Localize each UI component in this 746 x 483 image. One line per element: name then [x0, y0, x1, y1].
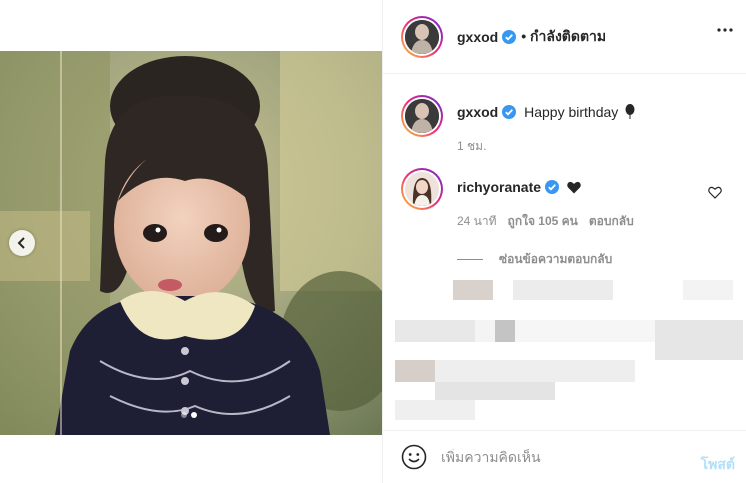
author-avatar-image: [405, 19, 439, 54]
carousel-prev-button[interactable]: [9, 230, 35, 256]
carousel-dot-active: [191, 412, 197, 418]
carousel-indicator: [181, 412, 197, 418]
commenter-username[interactable]: richyoranate: [457, 179, 541, 195]
more-icon[interactable]: [717, 28, 733, 32]
author-avatar[interactable]: [401, 15, 443, 58]
hide-replies-label: ซ่อนข้อความตอบกลับ: [499, 252, 613, 266]
comment-time[interactable]: 24 นาที: [457, 212, 497, 231]
pixelated-replies: [383, 278, 746, 428]
caption-avatar-image: [405, 99, 439, 133]
caption-time[interactable]: 1 ชม.: [457, 137, 486, 156]
post-photo[interactable]: [0, 51, 382, 435]
chevron-left-icon: [17, 237, 25, 249]
black-heart-icon: [567, 181, 581, 194]
comment-input[interactable]: [441, 449, 671, 465]
post-media-pane: [0, 0, 382, 483]
divider-line: [457, 259, 483, 260]
commenter-avatar[interactable]: [401, 168, 443, 210]
post-header: gxxod • กำลังติดตาม: [383, 0, 746, 74]
follow-status[interactable]: • กำลังติดตาม: [521, 26, 606, 48]
caption-text: Happy birthday: [524, 104, 619, 120]
post-side-panel: gxxod • กำลังติดตาม gxxod Happy birthday…: [382, 0, 746, 483]
comment-reply-button[interactable]: ตอบกลับ: [589, 212, 634, 231]
verified-icon: [545, 180, 560, 194]
heart-outline-icon[interactable]: [708, 186, 722, 199]
emoji-icon[interactable]: [401, 444, 427, 470]
comment-meta: 24 นาที ถูกใจ 105 คน ตอบกลับ: [457, 212, 634, 231]
photo-illustration: [0, 51, 382, 435]
verified-icon: [502, 105, 517, 119]
comment: richyoranate: [401, 168, 581, 210]
comment-likes[interactable]: ถูกใจ 105 คน: [508, 212, 578, 231]
hide-replies-toggle[interactable]: ซ่อนข้อความตอบกลับ: [457, 250, 612, 269]
commenter-avatar-image: [405, 172, 439, 206]
caption-username[interactable]: gxxod: [457, 104, 498, 120]
caption-author-avatar[interactable]: [401, 95, 443, 137]
author-username[interactable]: gxxod: [457, 29, 498, 45]
balloon-icon: [625, 104, 635, 119]
caption: gxxod Happy birthday: [401, 95, 635, 137]
comment-composer: โพสต์: [383, 430, 746, 483]
post-comment-button[interactable]: โพสต์: [701, 454, 735, 476]
carousel-dot: [181, 412, 187, 418]
verified-icon: [502, 29, 517, 44]
